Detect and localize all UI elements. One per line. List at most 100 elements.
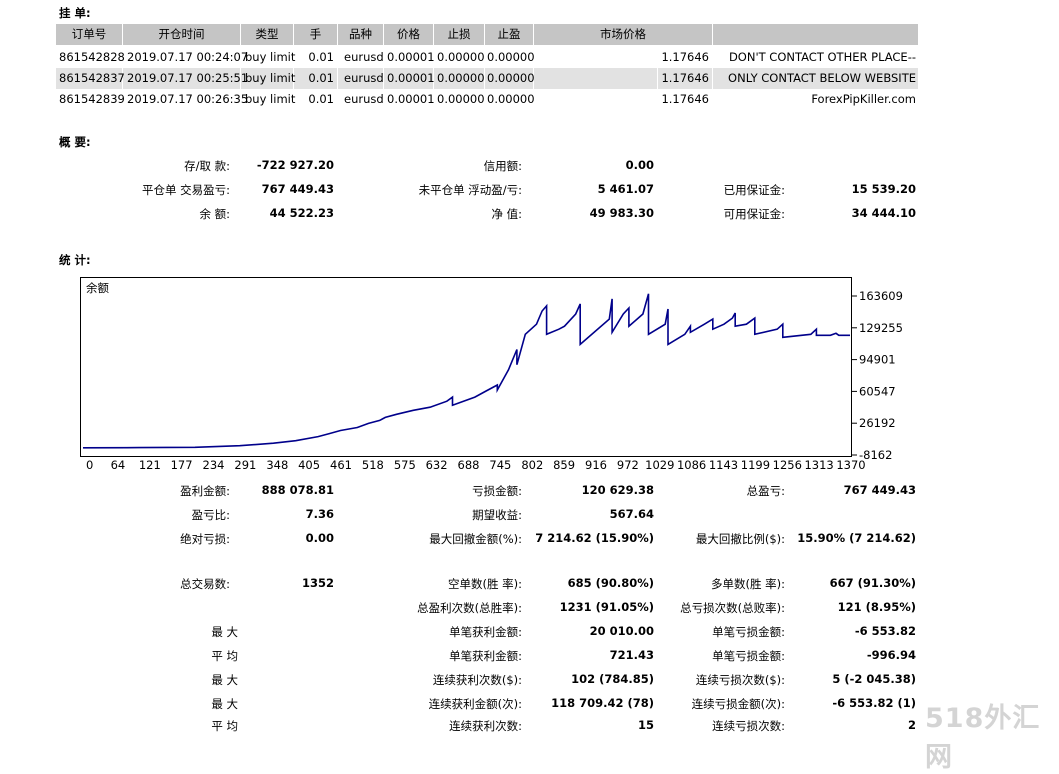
y-tick-label: 129255 [859, 321, 903, 335]
order-lots: 0.01 [308, 50, 334, 64]
equity-value: 49 983.30 [589, 206, 654, 220]
stat-label: 最大回撤金额(%): [429, 532, 522, 546]
stat-label: 期望收益: [472, 508, 522, 522]
x-tick-label: 461 [330, 458, 352, 472]
balance-label: 余 额: [199, 207, 230, 221]
order-ticket: 861542828 [59, 50, 125, 64]
stat-label: 最大回撤比例($): [695, 532, 785, 546]
order-comment: DON'T CONTACT OTHER PLACE-- [728, 50, 916, 64]
balance-value: 44 522.23 [269, 206, 334, 220]
summary-section-title: 概 要: [59, 135, 91, 149]
order-sl: 0.00000 [437, 92, 485, 106]
free-margin-value: 34 444.10 [851, 206, 916, 220]
stat-value: 0.00 [305, 531, 334, 545]
order-tp: 0.00000 [487, 50, 535, 64]
x-tick-label: 405 [298, 458, 320, 472]
balance-chart-frame [80, 277, 852, 457]
stat-label: 平 均 [211, 719, 238, 733]
order-symbol: eurusd [344, 50, 384, 64]
order-row[interactable]: 861542839 2019.07.17 00:26:35 buy limit … [56, 89, 918, 110]
stat-value: -6 553.82 (1) [832, 696, 916, 710]
order-row[interactable]: 861542837 2019.07.17 00:25:51 buy limit … [56, 68, 918, 89]
stat-value: 118 709.42 (78) [551, 696, 654, 710]
order-market-price: 1.17646 [661, 71, 709, 85]
stat-value: 1352 [301, 576, 334, 590]
stat-label: 总交易数: [180, 577, 230, 591]
stat-value: 121 (8.95%) [837, 600, 916, 614]
stat-label: 连续获利次数: [449, 719, 522, 733]
stat-label: 连续亏损次数: [712, 719, 785, 733]
order-row[interactable]: 861542828 2019.07.17 00:24:07 buy limit … [56, 47, 918, 68]
order-type: buy limit [245, 71, 296, 85]
stat-value: 2 [907, 718, 916, 732]
x-tick-label: 291 [234, 458, 256, 472]
order-ticket: 861542837 [59, 71, 125, 85]
order-tp: 0.00000 [487, 92, 535, 106]
stat-label: 单笔亏损金额: [712, 625, 785, 639]
x-tick-label: 348 [266, 458, 288, 472]
stat-value: 102 (784.85) [571, 672, 654, 686]
stat-label: 平 均 [211, 649, 238, 663]
x-tick-label: 234 [203, 458, 225, 472]
stat-label: 盈亏比: [191, 508, 230, 522]
credit-value: 0.00 [625, 158, 654, 172]
x-tick-label: 1256 [773, 458, 802, 472]
order-symbol: eurusd [344, 92, 384, 106]
closed-pl-label: 平仓单 交易盈亏: [141, 183, 230, 197]
stat-label: 最 大 [211, 697, 238, 711]
header-ticket: 订单号 [56, 24, 122, 45]
order-time: 2019.07.17 00:26:35 [127, 92, 249, 106]
y-tick-label: -8162 [859, 448, 892, 462]
stat-label: 总盈利次数(总胜率): [417, 601, 522, 615]
stat-label: 单笔获利金额: [449, 625, 522, 639]
x-tick-label: 972 [617, 458, 639, 472]
stat-value: 721.43 [609, 648, 654, 662]
x-tick-label: 1199 [741, 458, 770, 472]
watermark-logo: 518外汇网 [925, 703, 1041, 773]
header-comment [713, 24, 918, 45]
stat-label: 多单数(胜 率): [710, 577, 785, 591]
x-tick-label: 1086 [677, 458, 706, 472]
header-market-price: 市场价格 [534, 24, 712, 45]
order-time: 2019.07.17 00:24:07 [127, 50, 249, 64]
stat-label: 最 大 [211, 673, 238, 687]
order-symbol: eurusd [344, 71, 384, 85]
header-tp: 止盈 [485, 24, 533, 45]
x-tick-label: 575 [394, 458, 416, 472]
stat-value: 767 449.43 [843, 483, 916, 497]
x-tick-label: 0 [86, 458, 93, 472]
order-price: 0.00001 [387, 71, 435, 85]
deposit-value: -722 927.20 [256, 158, 334, 172]
y-tick-label: 163609 [859, 289, 903, 303]
stat-value: -6 553.82 [854, 624, 916, 638]
y-tick-label: 60547 [859, 384, 896, 398]
stat-value: 120 629.38 [581, 483, 654, 497]
stat-label: 连续获利次数($): [432, 673, 522, 687]
stat-value: 5 (-2 045.38) [832, 672, 916, 686]
x-tick-label: 688 [458, 458, 480, 472]
x-tick-label: 1313 [804, 458, 833, 472]
order-comment: ONLY CONTACT BELOW WEBSITE [728, 71, 916, 85]
stat-label: 绝对亏损: [180, 532, 230, 546]
order-sl: 0.00000 [437, 71, 485, 85]
header-type: 类型 [241, 24, 293, 45]
floating-pl-label: 未平仓单 浮动盈/亏: [418, 183, 522, 197]
x-tick-label: 745 [489, 458, 511, 472]
order-comment: ForexPipKiller.com [811, 92, 916, 106]
x-tick-label: 859 [553, 458, 575, 472]
order-price: 0.00001 [387, 50, 435, 64]
margin-label: 已用保证金: [723, 183, 785, 197]
x-tick-label: 802 [521, 458, 543, 472]
stat-value: 685 (90.80%) [567, 576, 654, 590]
x-tick-label: 64 [111, 458, 126, 472]
order-market-price: 1.17646 [661, 50, 709, 64]
y-tick-label: 94901 [859, 353, 896, 367]
x-tick-label: 632 [426, 458, 448, 472]
margin-value: 15 539.20 [851, 182, 916, 196]
x-tick-label: 1370 [836, 458, 865, 472]
x-tick-label: 1143 [709, 458, 738, 472]
stat-value: 567.64 [609, 507, 654, 521]
order-lots: 0.01 [308, 71, 334, 85]
stat-value: 7 214.62 (15.90%) [535, 531, 654, 545]
order-type: buy limit [245, 92, 296, 106]
